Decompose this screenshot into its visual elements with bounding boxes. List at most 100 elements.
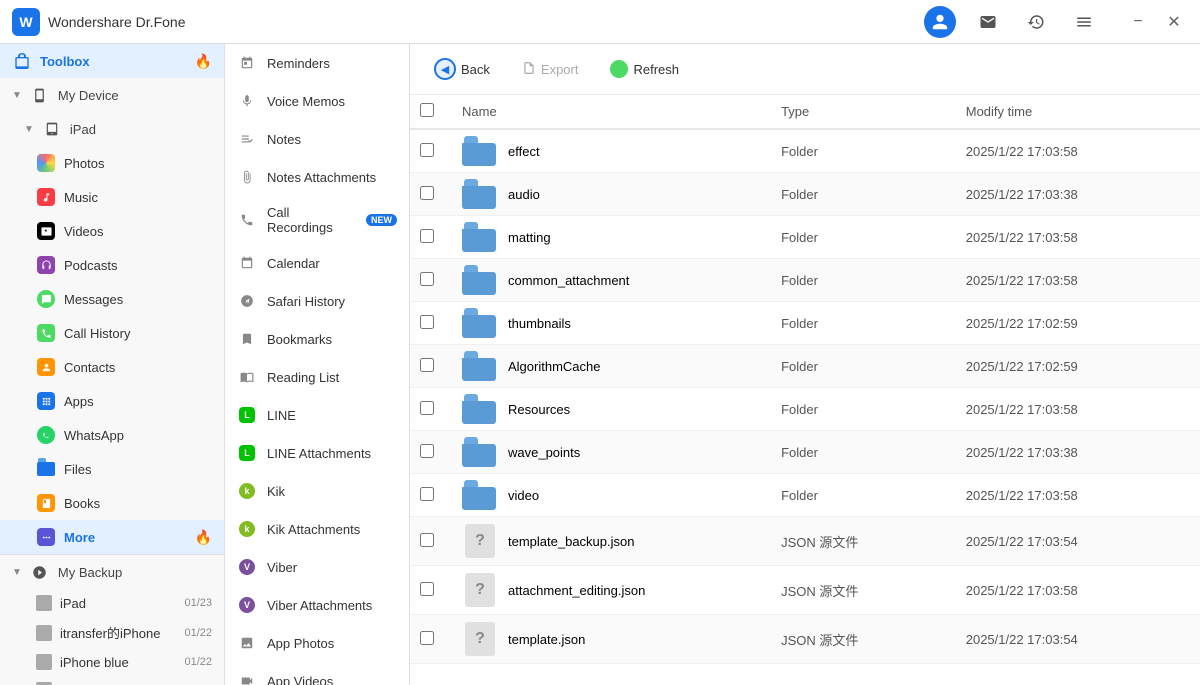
middle-item-safari-history[interactable]: Safari History <box>225 282 409 320</box>
row-checkbox[interactable] <box>420 272 434 286</box>
backup-item-sm[interactable]: SM-S906C 01/10 <box>0 676 224 685</box>
cell-type: JSON 源文件 <box>769 566 954 615</box>
sidebar-item-music[interactable]: Music <box>0 180 224 214</box>
backup-iphone-blue-date: 01/22 <box>184 656 212 668</box>
refresh-button[interactable]: Refresh <box>602 56 687 82</box>
middle-item-notes-attachments[interactable]: Notes Attachments <box>225 158 409 196</box>
close-button[interactable]: ✕ <box>1160 8 1188 36</box>
middle-item-kik-attachments[interactable]: k Kik Attachments <box>225 510 409 548</box>
backup-item-ipad[interactable]: iPad 01/23 <box>0 589 224 617</box>
sidebar-item-ipad-group[interactable]: ▼ iPad <box>0 112 224 146</box>
cell-modify: 2025/1/22 17:03:38 <box>954 431 1200 474</box>
main-layout: Toolbox 🔥 ▼ My Device ▼ iPad Photos <box>0 44 1200 685</box>
table-row[interactable]: mattingFolder2025/1/22 17:03:58 <box>410 216 1200 259</box>
middle-item-calendar[interactable]: Calendar <box>225 244 409 282</box>
row-checkbox[interactable] <box>420 315 434 329</box>
call-history-label: Call History <box>64 326 212 341</box>
sidebar-item-my-backup[interactable]: ▼ My Backup <box>0 554 224 589</box>
sidebar-item-my-device[interactable]: ▼ My Device <box>0 78 224 112</box>
table-row[interactable]: ? template.jsonJSON 源文件2025/1/22 17:03:5… <box>410 615 1200 664</box>
sidebar-item-call-history[interactable]: Call History <box>0 316 224 350</box>
middle-item-kik[interactable]: k Kik <box>225 472 409 510</box>
middle-item-call-recordings[interactable]: Call Recordings NEW <box>225 196 409 244</box>
middle-item-app-photos[interactable]: App Photos <box>225 624 409 662</box>
sidebar-item-apps[interactable]: Apps <box>0 384 224 418</box>
table-row[interactable]: wave_pointsFolder2025/1/22 17:03:38 <box>410 431 1200 474</box>
sidebar-item-toolbox[interactable]: Toolbox 🔥 <box>0 44 224 78</box>
sidebar-item-contacts[interactable]: Contacts <box>0 350 224 384</box>
backup-item-itransfer[interactable]: itransfer的iPhone 01/22 <box>0 617 224 648</box>
my-device-chevron: ▼ <box>12 90 22 101</box>
export-button[interactable]: Export <box>514 57 587 82</box>
header-check[interactable] <box>410 95 450 129</box>
line-icon: L <box>237 405 257 425</box>
sidebar-item-messages[interactable]: Messages <box>0 282 224 316</box>
sidebar-item-podcasts[interactable]: Podcasts <box>0 248 224 282</box>
bookmarks-label: Bookmarks <box>267 332 397 347</box>
kik-icon: k <box>237 481 257 501</box>
ipad-label: iPad <box>70 122 212 137</box>
messages-icon <box>36 289 56 309</box>
header-modify: Modify time <box>954 95 1200 129</box>
row-checkbox[interactable] <box>420 143 434 157</box>
reading-list-label: Reading List <box>267 370 397 385</box>
file-name: template.json <box>508 632 585 647</box>
middle-item-reading-list[interactable]: Reading List <box>225 358 409 396</box>
back-button[interactable]: ◀ Back <box>426 54 498 84</box>
calendar-icon <box>237 253 257 273</box>
middle-item-reminders[interactable]: Reminders <box>225 44 409 82</box>
table-row[interactable]: ResourcesFolder2025/1/22 17:03:58 <box>410 388 1200 431</box>
sidebar-item-whatsapp[interactable]: WhatsApp <box>0 418 224 452</box>
middle-item-bookmarks[interactable]: Bookmarks <box>225 320 409 358</box>
row-checkbox[interactable] <box>420 358 434 372</box>
middle-item-app-videos[interactable]: App Videos <box>225 662 409 685</box>
email-button[interactable] <box>972 6 1004 38</box>
table-row[interactable]: ? template_backup.jsonJSON 源文件2025/1/22 … <box>410 517 1200 566</box>
table-row[interactable]: audioFolder2025/1/22 17:03:38 <box>410 173 1200 216</box>
row-checkbox[interactable] <box>420 631 434 645</box>
table-row[interactable]: common_attachmentFolder2025/1/22 17:03:5… <box>410 259 1200 302</box>
photos-icon <box>36 153 56 173</box>
middle-item-voice-memos[interactable]: Voice Memos <box>225 82 409 120</box>
row-checkbox[interactable] <box>420 229 434 243</box>
table-row[interactable]: AlgorithmCacheFolder2025/1/22 17:02:59 <box>410 345 1200 388</box>
table-row[interactable]: effectFolder2025/1/22 17:03:58 <box>410 129 1200 173</box>
sidebar-item-videos[interactable]: Videos <box>0 214 224 248</box>
folder-icon <box>462 136 498 166</box>
backup-chevron: ▼ <box>12 567 22 578</box>
app-videos-icon <box>237 671 257 685</box>
row-checkbox[interactable] <box>420 582 434 596</box>
row-checkbox[interactable] <box>420 401 434 415</box>
select-all-checkbox[interactable] <box>420 103 434 117</box>
middle-item-line[interactable]: L LINE <box>225 396 409 434</box>
row-checkbox[interactable] <box>420 487 434 501</box>
reminders-label: Reminders <box>267 56 397 71</box>
table-row[interactable]: thumbnailsFolder2025/1/22 17:02:59 <box>410 302 1200 345</box>
cell-name: Resources <box>450 388 769 430</box>
my-backup-label: My Backup <box>58 565 212 580</box>
backup-item-iphone-blue[interactable]: iPhone blue 01/22 <box>0 648 224 676</box>
middle-item-viber[interactable]: V Viber <box>225 548 409 586</box>
viber-attachments-icon: V <box>237 595 257 615</box>
file-name: Resources <box>508 402 570 417</box>
sidebar-item-photos[interactable]: Photos <box>0 146 224 180</box>
middle-item-viber-attachments[interactable]: V Viber Attachments <box>225 586 409 624</box>
backup-ipad-icon <box>36 595 52 611</box>
cell-modify: 2025/1/22 17:03:54 <box>954 517 1200 566</box>
call-history-icon <box>36 323 56 343</box>
row-checkbox[interactable] <box>420 533 434 547</box>
row-checkbox[interactable] <box>420 444 434 458</box>
middle-item-notes[interactable]: Notes <box>225 120 409 158</box>
row-checkbox[interactable] <box>420 186 434 200</box>
middle-panel: Reminders Voice Memos Notes Notes Attach… <box>225 44 410 685</box>
menu-button[interactable] <box>1068 6 1100 38</box>
table-row[interactable]: videoFolder2025/1/22 17:03:58 <box>410 474 1200 517</box>
sidebar-item-books[interactable]: Books <box>0 486 224 520</box>
minimize-button[interactable]: − <box>1124 8 1152 36</box>
middle-item-line-attachments[interactable]: L LINE Attachments <box>225 434 409 472</box>
sidebar-item-more[interactable]: More 🔥 <box>0 520 224 554</box>
sidebar-item-files[interactable]: Files <box>0 452 224 486</box>
account-button[interactable] <box>924 6 956 38</box>
table-row[interactable]: ? attachment_editing.jsonJSON 源文件2025/1/… <box>410 566 1200 615</box>
history-button[interactable] <box>1020 6 1052 38</box>
